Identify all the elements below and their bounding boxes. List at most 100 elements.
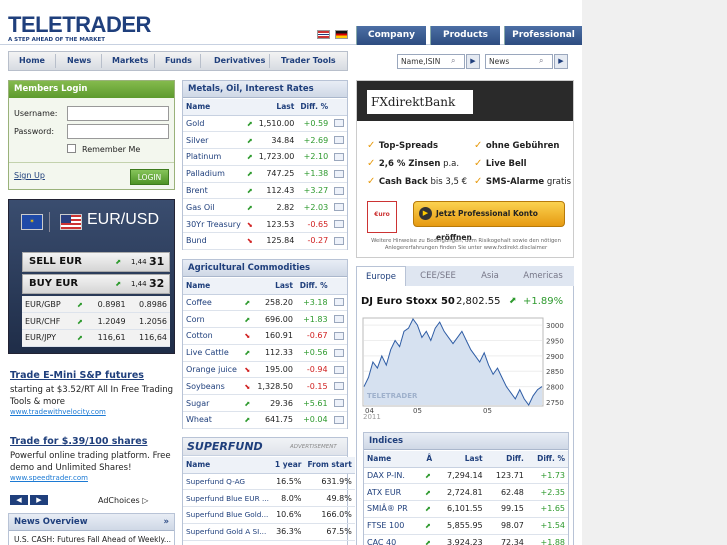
mini-chart-icon[interactable] — [333, 331, 344, 340]
index-chart[interactable]: 300029502900285028002750 04 05 05 TELETRAD… — [361, 316, 571, 426]
table-row[interactable]: Bund ⬊ 125.84 -0.27 — [183, 232, 348, 250]
row-name[interactable]: Coffee — [183, 294, 242, 312]
uk-flag-icon[interactable] — [317, 30, 330, 39]
mini-chart-icon[interactable] — [333, 348, 344, 357]
mini-chart-icon[interactable] — [333, 365, 344, 374]
row-name[interactable]: 30Yr Treasury — [183, 215, 244, 234]
table-row[interactable]: 30Yr Treasury ⬊ 123.53 -0.65 — [183, 215, 348, 234]
mini-chart-icon[interactable] — [334, 136, 345, 145]
mini-chart-icon[interactable] — [334, 203, 345, 212]
nav-trader-tools[interactable]: Trader Tools — [281, 52, 336, 70]
mini-chart-icon[interactable] — [333, 315, 344, 324]
table-row[interactable]: Superfund Q-AG 16.5% 631.9% — [183, 473, 355, 491]
row-name[interactable]: Gas Oil — [183, 198, 244, 217]
table-row[interactable]: Corn ⬈ 696.00 +1.83 — [183, 310, 347, 329]
mini-chart-icon[interactable] — [334, 169, 345, 178]
more-chevron-icon[interactable]: » — [164, 514, 175, 531]
row-name[interactable]: Wheat — [183, 411, 242, 429]
news-go-button[interactable]: ▶ — [554, 54, 568, 69]
remember-checkbox[interactable] — [67, 144, 76, 153]
mini-chart-icon[interactable] — [334, 220, 345, 229]
password-input[interactable] — [67, 124, 169, 139]
table-row[interactable]: Cotton ⬊ 160.91 -0.67 — [183, 327, 347, 345]
tab-europe[interactable]: Europe — [356, 266, 406, 286]
fund-name[interactable]: Superfund Gold A SI... — [183, 523, 272, 541]
index-row-name[interactable]: CAC 40 — [364, 534, 421, 545]
fxdirekt-ad[interactable]: FXdirektBank ✓ Top-Spreads ✓ ohne Gebühre… — [356, 80, 574, 258]
table-row[interactable]: Soybeans ⬊ 1,328.50 -0.15 — [183, 377, 347, 396]
search-go-button[interactable]: ▶ — [466, 54, 480, 69]
mini-chart-icon[interactable] — [334, 236, 345, 245]
tab-company[interactable]: Company — [356, 26, 426, 45]
table-row[interactable]: Gas Oil ⬈ 2.82 +2.03 — [183, 198, 348, 217]
teletrader-logo[interactable]: TELETRADER A STEP AHEAD OF THE MARKET — [8, 14, 151, 44]
table-row[interactable]: DAX P-IN. ⬈ 7,294.14 123.71 +1.73 — [364, 467, 568, 485]
index-row-name[interactable]: ATX EUR — [364, 483, 421, 502]
row-name[interactable]: Silver — [183, 131, 244, 150]
row-name[interactable]: Platinum — [183, 148, 244, 166]
nav-news[interactable]: News — [67, 52, 91, 70]
ad-emini-link[interactable]: Trade E-Mini S&P futures — [10, 370, 144, 381]
mini-chart-icon[interactable] — [334, 186, 345, 195]
row-name[interactable]: Corn — [183, 310, 242, 329]
row-name[interactable]: Bund — [183, 232, 244, 250]
adchoices-link[interactable]: AdChoices ▷ — [98, 496, 148, 505]
login-button[interactable]: LOGIN — [130, 169, 169, 185]
mini-chart-icon[interactable] — [334, 152, 345, 161]
fx-rate-row[interactable]: EUR/CHF ⬈ 1.2049 1.2056 — [22, 312, 170, 331]
table-row[interactable]: Brent ⬈ 112.43 +3.27 — [183, 182, 348, 200]
tab-professional[interactable]: Professional — [504, 26, 582, 45]
german-flag-icon[interactable] — [335, 30, 348, 39]
mini-chart-icon[interactable] — [333, 399, 344, 408]
mini-chart-icon[interactable] — [333, 382, 344, 391]
fx-rate-row[interactable]: EUR/GBP ⬈ 0.8981 0.8986 — [22, 296, 170, 314]
mini-chart-icon[interactable] — [333, 298, 344, 307]
news-item[interactable]: U.S. CASH: Futures Fall Ahead of Weekly.… — [9, 531, 174, 545]
ad-speedtrader-link[interactable]: Trade for $.39/100 shares — [10, 436, 147, 447]
row-name[interactable]: Cotton — [183, 327, 242, 345]
row-name[interactable]: Soybeans — [183, 377, 242, 396]
mini-chart-icon[interactable] — [333, 415, 344, 424]
tab-products[interactable]: Products — [430, 26, 500, 45]
tab-asia[interactable]: Asia — [469, 266, 511, 286]
table-row[interactable]: Coffee ⬈ 258.20 +3.18 — [183, 294, 347, 312]
signup-link[interactable]: Sign Up — [14, 171, 45, 180]
table-row[interactable]: Sugar ⬈ 29.36 +5.61 — [183, 394, 347, 413]
sell-eur-button[interactable]: SELL EUR ⬈ 1,44 31 — [22, 252, 170, 272]
ad-emini-url[interactable]: www.tradewithvelocity.com — [10, 408, 175, 416]
index-row-name[interactable]: DAX P-IN. — [364, 467, 421, 485]
index-row-name[interactable]: SMIÂ® PR — [364, 500, 421, 518]
row-name[interactable]: Gold — [183, 115, 244, 133]
ad-speedtrader-url[interactable]: www.speedtrader.com — [10, 474, 175, 482]
nav-markets[interactable]: Markets — [112, 52, 148, 70]
table-row[interactable]: Superfund Gold A SI... 36.3% 67.5% — [183, 523, 355, 541]
fund-name[interactable]: Superfund Blue EUR ... — [183, 489, 272, 508]
row-name[interactable]: Orange juice — [183, 361, 242, 379]
row-name[interactable]: Sugar — [183, 394, 242, 413]
table-row[interactable]: Superfund Blue EUR ... 8.0% 49.8% — [183, 489, 355, 508]
nav-home[interactable]: Home — [19, 52, 45, 70]
row-name[interactable]: Brent — [183, 182, 244, 200]
buy-eur-button[interactable]: BUY EUR ⬈ 1,44 32 — [22, 274, 170, 294]
mini-chart-icon[interactable] — [334, 119, 345, 128]
table-row[interactable]: Superfund Blue Gold... 10.6% 166.0% — [183, 506, 355, 524]
ad-prev-arrow-icon[interactable]: ◀ — [10, 495, 28, 505]
nav-funds[interactable]: Funds — [165, 52, 192, 70]
table-row[interactable]: Orange juice ⬊ 195.00 -0.94 — [183, 361, 347, 379]
row-name[interactable]: Live Cattle — [183, 344, 242, 362]
fund-name[interactable]: Superfund Blue Gold... — [183, 506, 272, 524]
table-row[interactable]: Palladium ⬈ 747.25 +1.38 — [183, 165, 348, 183]
tab-cee-see[interactable]: CEE/SEE — [409, 266, 467, 286]
table-row[interactable]: FTSE 100 ⬈ 5,855.95 98.07 +1.54 — [364, 517, 568, 535]
tab-americas[interactable]: Americas — [513, 266, 573, 286]
table-row[interactable]: Silver ⬈ 34.84 +2.69 — [183, 131, 348, 150]
table-row[interactable]: Wheat ⬈ 641.75 +0.04 — [183, 411, 347, 429]
nav-derivatives[interactable]: Derivatives — [214, 52, 265, 70]
table-row[interactable]: Live Cattle ⬈ 112.33 +0.56 — [183, 344, 347, 362]
table-row[interactable]: Gold ⬈ 1,510.00 +0.59 — [183, 115, 348, 133]
fund-name[interactable]: Superfund Q-AG — [183, 473, 272, 491]
table-row[interactable]: Platinum ⬈ 1,723.00 +2.10 — [183, 148, 348, 166]
table-row[interactable]: SMIÂ® PR ⬈ 6,101.55 99.15 +1.65 — [364, 500, 568, 518]
table-row[interactable]: CAC 40 ⬈ 3,924.23 72.34 +1.88 — [364, 534, 568, 545]
fx-rate-row[interactable]: EUR/JPY ⬈ 116,61 116,64 — [22, 329, 170, 347]
